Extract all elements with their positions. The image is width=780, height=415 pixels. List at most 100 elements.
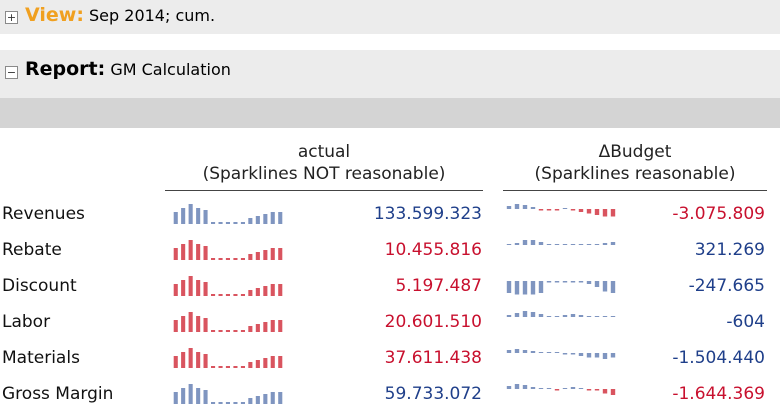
sparkline-bar bbox=[522, 240, 528, 245]
sparkline-bar bbox=[610, 281, 616, 293]
actual-header-rule bbox=[165, 190, 483, 191]
sparkline-bar bbox=[240, 294, 245, 296]
sparkline-bar bbox=[263, 214, 268, 224]
sparkline-bar bbox=[594, 209, 600, 215]
sparkline-bar bbox=[506, 350, 512, 353]
sparkline-bar bbox=[203, 282, 208, 296]
budget-column-title: ΔBudget bbox=[598, 142, 672, 162]
sparkline-bar bbox=[586, 353, 592, 358]
sparkline-bar bbox=[181, 388, 186, 404]
sparkline-bar bbox=[203, 390, 208, 404]
actual-value: 10.455.816 bbox=[384, 240, 482, 260]
sparkline-bar bbox=[181, 352, 186, 368]
sparkline-bar bbox=[218, 294, 223, 296]
sparkline-bar bbox=[270, 284, 275, 296]
view-expand-toggle[interactable]: + bbox=[5, 11, 18, 24]
sparkline-bar bbox=[538, 352, 544, 353]
sparkline-bar bbox=[546, 316, 552, 317]
sparkline-bar bbox=[196, 244, 201, 260]
sparkline-bar bbox=[570, 314, 576, 317]
sparkline-bar bbox=[248, 362, 253, 368]
sparkline-bar bbox=[594, 389, 600, 391]
budget-header-rule bbox=[503, 190, 767, 191]
actual-column-title: actual bbox=[297, 142, 351, 162]
sparkline-bar bbox=[578, 353, 584, 356]
sparkline-bar bbox=[538, 281, 544, 293]
sparkline-bar bbox=[538, 242, 544, 245]
sparkline-bar bbox=[594, 244, 600, 245]
sparkline-bar bbox=[538, 314, 544, 317]
sparkline-bar bbox=[570, 387, 576, 389]
budget-sparkline bbox=[506, 204, 616, 217]
sparkline-bar bbox=[546, 244, 552, 245]
sparkline-bar bbox=[506, 315, 512, 317]
budget-value: -604 bbox=[726, 312, 765, 332]
sparkline-bar bbox=[546, 209, 552, 211]
sparkline-bar bbox=[546, 281, 552, 283]
sparkline-bar bbox=[203, 246, 208, 260]
actual-sparkline bbox=[173, 276, 283, 296]
sparkline-bar bbox=[578, 388, 584, 389]
sparkline-bar bbox=[278, 212, 283, 224]
sparkline-bar bbox=[506, 281, 512, 293]
sparkline-bar bbox=[514, 243, 520, 245]
sparkline-bar bbox=[562, 388, 568, 389]
sparkline-bar bbox=[203, 354, 208, 368]
sparkline-bar bbox=[181, 208, 186, 224]
sparkline-bar bbox=[263, 250, 268, 260]
sparkline-bar bbox=[594, 281, 600, 287]
actual-value: 37.611.438 bbox=[384, 348, 482, 368]
sparkline-bar bbox=[263, 286, 268, 296]
sparkline-bar bbox=[586, 389, 592, 391]
sparkline-bar bbox=[562, 244, 568, 245]
budget-sparkline bbox=[506, 349, 616, 359]
report-collapse-toggle[interactable]: − bbox=[5, 66, 18, 79]
sparkline-bar bbox=[203, 210, 208, 224]
sparkline-bar bbox=[211, 366, 216, 368]
sparkline-bar bbox=[233, 258, 238, 260]
sparkline-bar bbox=[602, 389, 608, 394]
sparkline-bar bbox=[570, 281, 576, 283]
sparkline-bar bbox=[218, 330, 223, 332]
sparkline-bar bbox=[270, 392, 275, 404]
sparkline-bar bbox=[240, 366, 245, 368]
sparkline-bar bbox=[225, 222, 230, 224]
sparkline-bar bbox=[255, 252, 260, 260]
sparkline-bar bbox=[538, 388, 544, 389]
sparkline-bar bbox=[255, 360, 260, 368]
sparkline-bar bbox=[562, 208, 568, 209]
sparkline-bar bbox=[173, 248, 178, 260]
sparkline-bar bbox=[506, 386, 512, 389]
sparkline-bar bbox=[225, 258, 230, 260]
sparkline-bar bbox=[562, 353, 568, 355]
sparkline-bar bbox=[225, 366, 230, 368]
sparkline-bar bbox=[538, 209, 544, 211]
sparkline-bar bbox=[506, 244, 512, 245]
sparkline-bar bbox=[554, 281, 560, 283]
sparkline-bar bbox=[255, 288, 260, 296]
sparkline-bar bbox=[188, 240, 193, 260]
row-label: Materials bbox=[2, 348, 80, 368]
sparkline-bar bbox=[278, 356, 283, 368]
sparkline-bar bbox=[270, 356, 275, 368]
actual-sparkline bbox=[173, 348, 283, 368]
sparkline-bar bbox=[196, 388, 201, 404]
sparkline-bar bbox=[255, 324, 260, 332]
sparkline-bar bbox=[570, 244, 576, 245]
sparkline-bar bbox=[196, 316, 201, 332]
sparkline-bar bbox=[562, 315, 568, 317]
sparkline-bar bbox=[578, 315, 584, 317]
sparkline-bar bbox=[610, 242, 616, 245]
sparkline-bar bbox=[188, 312, 193, 332]
sparkline-bar bbox=[218, 402, 223, 404]
sparkline-bar bbox=[181, 244, 186, 260]
sparkline-bar bbox=[602, 281, 608, 292]
actual-column-header: actual (Sparklines NOT reasonable) bbox=[165, 141, 483, 185]
sparkline-bar bbox=[248, 218, 253, 224]
sparkline-bar bbox=[530, 281, 536, 295]
budget-value: -1.504.440 bbox=[672, 348, 765, 368]
sparkline-bar bbox=[586, 281, 592, 284]
actual-column-subtitle: (Sparklines NOT reasonable) bbox=[202, 164, 446, 184]
sparkline-bar bbox=[196, 352, 201, 368]
sparkline-bar bbox=[578, 281, 584, 283]
